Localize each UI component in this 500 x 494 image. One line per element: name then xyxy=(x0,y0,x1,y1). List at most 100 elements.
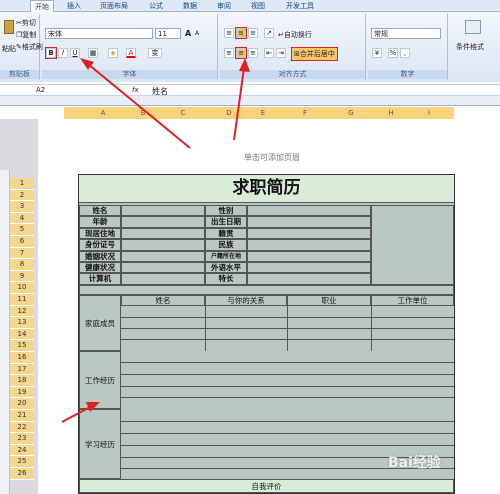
fx-icon[interactable]: fx xyxy=(132,86,139,94)
wrap-text-button[interactable]: ↵自动换行 xyxy=(278,30,312,40)
label-ethnic[interactable]: 民族 xyxy=(205,239,247,251)
phonetic-button[interactable]: 变 xyxy=(148,48,162,58)
family-col-relation[interactable]: 与你的关系 xyxy=(205,295,287,306)
label-address[interactable]: 现居住地 xyxy=(79,227,121,240)
family-label[interactable]: 家庭成员 xyxy=(79,295,121,351)
input-cell[interactable] xyxy=(121,262,205,274)
column-header-G[interactable]: G xyxy=(346,107,356,119)
tab-data[interactable]: 数据 xyxy=(178,0,202,12)
row-header-11[interactable]: 11 xyxy=(10,294,34,306)
decrease-indent-button[interactable]: ⇤ xyxy=(264,48,274,58)
increase-indent-button[interactable]: ⇥ xyxy=(276,48,286,58)
family-col-name[interactable]: 姓名 xyxy=(121,295,205,306)
font-name-select[interactable]: 宋体 xyxy=(45,28,153,39)
border-button[interactable]: ▦ xyxy=(88,48,98,58)
percent-button[interactable]: % xyxy=(388,48,398,58)
tab-formulas[interactable]: 公式 xyxy=(144,0,168,12)
row-header-24[interactable]: 24 xyxy=(10,444,34,457)
label-language[interactable]: 外语水平 xyxy=(205,262,247,274)
paste-button[interactable]: 粘贴 xyxy=(2,44,16,54)
label-origin[interactable]: 籍贯 xyxy=(205,227,247,240)
column-header-I[interactable]: I xyxy=(424,107,434,119)
format-painter-button[interactable]: ✎格式刷 xyxy=(16,42,43,52)
paste-icon[interactable] xyxy=(4,20,14,34)
row-header-9[interactable]: 9 xyxy=(10,270,34,283)
label-health[interactable]: 健康状况 xyxy=(79,262,121,274)
align-middle-button[interactable]: ≡ xyxy=(235,27,247,39)
row-header-5[interactable]: 5 xyxy=(10,224,34,236)
input-cell[interactable] xyxy=(247,239,371,251)
row-header-17[interactable]: 17 xyxy=(10,363,34,376)
align-center-button[interactable]: ≡ xyxy=(235,47,247,59)
tab-page-layout[interactable]: 页面布局 xyxy=(94,0,134,12)
label-dob[interactable]: 出生日期 xyxy=(205,216,247,228)
input-cell[interactable] xyxy=(121,250,205,262)
label-marital[interactable]: 婚姻状况 xyxy=(79,250,121,262)
tab-developer[interactable]: 开发工具 xyxy=(280,0,320,12)
row-header-26[interactable]: 26 xyxy=(10,468,34,480)
row-header-7[interactable]: 7 xyxy=(10,247,34,260)
resume-title[interactable]: 求职简历 xyxy=(79,175,454,203)
input-cell[interactable] xyxy=(247,216,371,228)
family-col-employer[interactable]: 工作单位 xyxy=(371,295,454,306)
row-header-23[interactable]: 23 xyxy=(10,433,34,445)
row-header-13[interactable]: 13 xyxy=(10,317,34,329)
align-top-button[interactable]: ≡ xyxy=(224,28,234,38)
font-color-button[interactable]: A xyxy=(126,48,136,58)
row-header-8[interactable]: 8 xyxy=(10,259,34,271)
column-header-B[interactable]: B xyxy=(138,107,148,119)
family-col-job[interactable]: 职业 xyxy=(287,295,371,306)
column-header-H[interactable]: H xyxy=(386,107,396,119)
input-cell[interactable] xyxy=(121,227,205,240)
bold-button[interactable]: B xyxy=(45,47,57,59)
number-format-select[interactable]: 常规 xyxy=(371,28,441,39)
align-right-button[interactable]: ≡ xyxy=(248,48,258,58)
input-cell[interactable] xyxy=(247,205,371,217)
study-experience-label[interactable]: 学习经历 xyxy=(79,409,121,479)
row-header-14[interactable]: 14 xyxy=(10,328,34,341)
row-header-25[interactable]: 25 xyxy=(10,456,34,468)
align-left-button[interactable]: ≡ xyxy=(224,48,234,58)
label-computer[interactable]: 计算机 xyxy=(79,273,121,285)
underline-button[interactable]: U xyxy=(70,48,80,58)
row-header-16[interactable]: 16 xyxy=(10,352,34,364)
photo-cell[interactable] xyxy=(371,205,454,285)
row-header-15[interactable]: 15 xyxy=(10,340,34,352)
input-cell[interactable] xyxy=(121,239,205,251)
self-evaluation-header[interactable]: 自我评价 xyxy=(79,479,454,493)
label-name[interactable]: 姓名 xyxy=(79,205,121,217)
column-header-F[interactable]: F xyxy=(300,107,310,119)
input-cell[interactable] xyxy=(247,250,371,262)
column-header-E[interactable]: E xyxy=(258,107,268,119)
fill-color-button[interactable]: ◈ xyxy=(108,48,118,58)
comma-button[interactable]: , xyxy=(400,48,410,58)
row-header-4[interactable]: 4 xyxy=(10,212,34,225)
input-cell[interactable] xyxy=(121,273,205,285)
tab-view[interactable]: 视图 xyxy=(246,0,270,12)
orientation-button[interactable]: ↗ xyxy=(264,28,274,38)
conditional-format-button[interactable]: 条件格式 xyxy=(456,42,484,52)
input-cell[interactable] xyxy=(247,227,371,240)
conditional-format-icon[interactable] xyxy=(465,20,481,34)
italic-button[interactable]: I xyxy=(58,48,68,58)
tab-insert[interactable]: 插入 xyxy=(62,0,86,12)
row-header-19[interactable]: 19 xyxy=(10,386,34,399)
name-box[interactable]: A2 xyxy=(36,86,90,94)
row-header-18[interactable]: 18 xyxy=(10,375,34,387)
row-header-1[interactable]: 1 xyxy=(10,178,34,190)
input-cell[interactable] xyxy=(247,262,371,274)
label-gender[interactable]: 性别 xyxy=(205,205,247,217)
row-header-2[interactable]: 2 xyxy=(10,189,34,202)
row-header-12[interactable]: 12 xyxy=(10,305,34,318)
font-grow-button[interactable]: A xyxy=(185,29,191,38)
currency-button[interactable]: ¥ xyxy=(372,48,382,58)
header-hint[interactable]: 单击可添加页眉 xyxy=(244,152,300,163)
row-header-22[interactable]: 22 xyxy=(10,421,34,434)
tab-review[interactable]: 审阅 xyxy=(212,0,236,12)
merge-center-button[interactable]: ⊞合并后居中 xyxy=(291,47,338,61)
input-cell[interactable] xyxy=(121,216,205,228)
row-header-10[interactable]: 10 xyxy=(10,282,34,294)
cut-button[interactable]: ✂剪切 xyxy=(16,18,36,28)
row-header-3[interactable]: 3 xyxy=(10,201,34,213)
label-hukou[interactable]: 户籍所在地 xyxy=(205,250,247,262)
